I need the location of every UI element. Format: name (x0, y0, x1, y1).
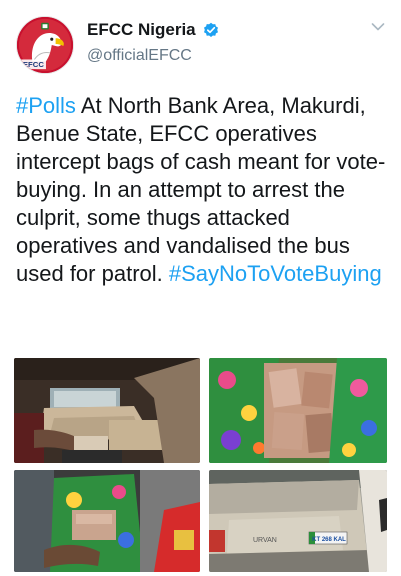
hashtag-saynotovotebuying[interactable]: #SayNoToVoteBuying (169, 261, 382, 286)
photo-counting-cash[interactable] (14, 470, 200, 572)
verified-badge-icon (203, 22, 219, 38)
user-handle[interactable]: @officialEFCC (87, 47, 219, 65)
author-block: EFCC Nigeria @officialEFCC (87, 20, 219, 65)
photo-car-interior[interactable] (14, 358, 200, 463)
tweet-body: #Polls At North Bank Area, Makurdi, Benu… (16, 92, 388, 288)
chevron-down-icon[interactable] (371, 22, 385, 32)
efcc-logo-icon: EFCC (17, 17, 73, 73)
tweet-header: EFCC EFCC Nigeria @officialEFCC (0, 0, 401, 80)
bus-brand-badge: URVAN (253, 537, 277, 544)
photo-bag-of-cash[interactable] (209, 358, 387, 463)
photo-vandalised-bus[interactable]: KT 268 KAL URVAN (209, 470, 387, 572)
license-plate: KT 268 KAL (312, 537, 346, 543)
avatar[interactable]: EFCC (16, 16, 74, 74)
tweet-text: At North Bank Area, Makurdi, Benue State… (16, 93, 386, 286)
display-name[interactable]: EFCC Nigeria (87, 20, 196, 40)
avatar-label: EFCC (23, 60, 44, 69)
hashtag-polls[interactable]: #Polls (16, 93, 76, 118)
media-grid: KT 268 KAL URVAN (14, 358, 387, 572)
